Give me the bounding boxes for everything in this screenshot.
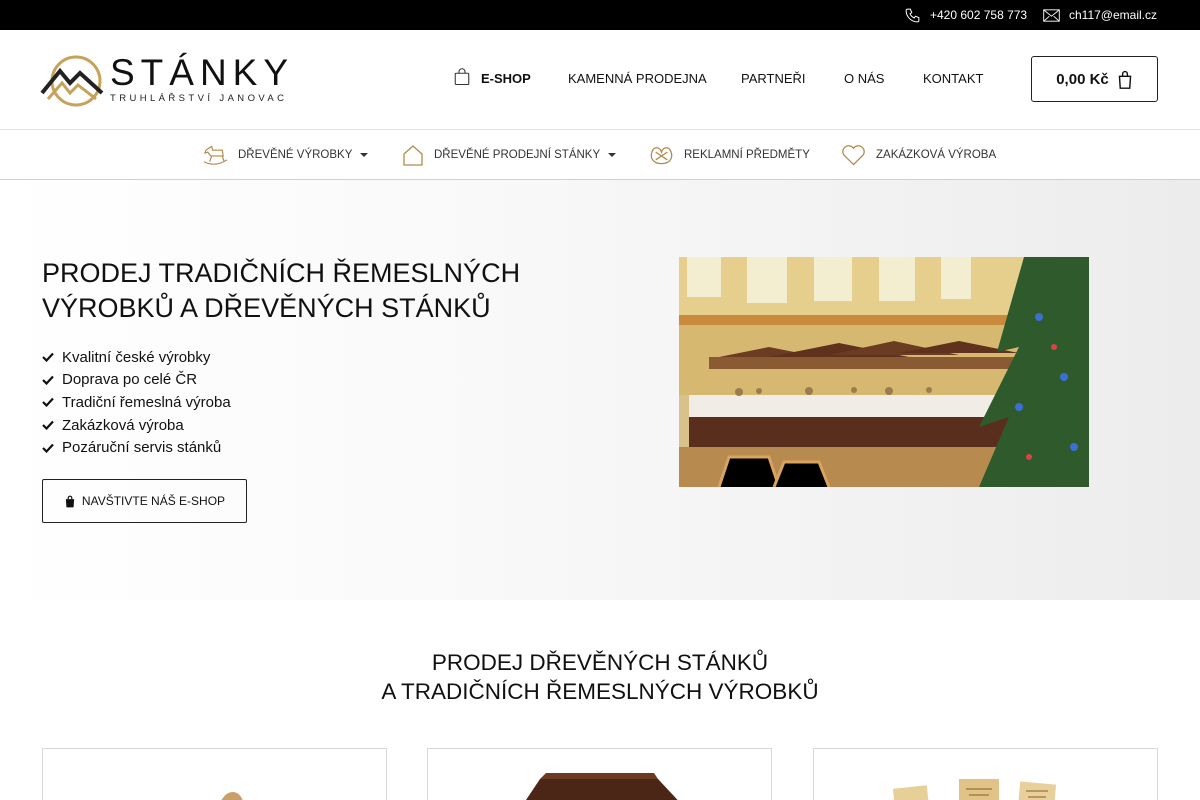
list-item: Kvalitní české výrobky: [42, 346, 231, 369]
nav-kontakt[interactable]: KONTAKT: [923, 71, 983, 86]
shopping-bag-icon: [1118, 70, 1132, 89]
section-title: PRODEJ DŘEVĚNÝCH STÁNKŮ A TRADIČNÍCH ŘEM…: [0, 648, 1200, 706]
chevron-down-icon: [608, 153, 617, 157]
envelope-icon: [1043, 8, 1060, 22]
phone-icon: [905, 8, 920, 22]
cart-button[interactable]: 0,00 Kč: [1031, 56, 1158, 102]
section-title-line2: A TRADIČNÍCH ŘEMESLNÝCH VÝROBKŮ: [381, 679, 819, 704]
list-item: Pozáruční servis stánků: [42, 436, 231, 459]
subnav-reklamni-predmety[interactable]: REKLAMNÍ PŘEDMĚTY: [649, 130, 810, 180]
logo-wordmark: STÁNKY: [110, 52, 295, 93]
logo-tagline: TRUHLÁŘSTVÍ JANOVAC: [110, 93, 288, 104]
nav-o-nas[interactable]: O NÁS: [844, 71, 884, 86]
feature-text: Doprava po celé ČR: [62, 371, 198, 389]
category-navigation: DŘEVĚNÉ VÝROBKY DŘEVĚNÉ PRODEJNÍ STÁNKY …: [0, 130, 1200, 180]
site-header: STÁNKY TRUHLÁŘSTVÍ JANOVAC E-SHOP KAMENN…: [0, 30, 1200, 130]
nav-kamenna-prodejna[interactable]: KAMENNÁ PRODEJNA: [568, 71, 707, 86]
product-card-boards[interactable]: [813, 748, 1158, 800]
check-icon: [42, 375, 54, 385]
phone-number[interactable]: +420 602 758 773: [930, 8, 1027, 22]
feature-text: Kvalitní české výrobky: [62, 348, 211, 366]
hero-title-line1: PRODEJ TRADIČNÍCH ŘEMESLNÝCH: [42, 258, 521, 288]
nav-partneri[interactable]: PARTNEŘI: [741, 71, 806, 86]
email-address[interactable]: ch117@email.cz: [1069, 8, 1157, 22]
house-icon: [403, 145, 423, 166]
subnav-label: ZAKÁZKOVÁ VÝROBA: [876, 149, 997, 161]
chevron-down-icon: [360, 153, 369, 157]
phone-contact[interactable]: +420 602 758 773: [904, 0, 1027, 30]
wooden-toy-product-photo: [43, 749, 386, 800]
feature-text: Zakázková výroba: [62, 416, 184, 434]
check-icon: [42, 353, 54, 363]
list-item: Zakázková výroba: [42, 414, 231, 437]
subnav-label: DŘEVĚNÉ VÝROBKY: [238, 149, 353, 161]
list-item: Tradiční řemeslná výroba: [42, 391, 231, 414]
wooden-market-stall-product-photo: [428, 749, 771, 800]
feature-text: Tradiční řemeslná výroba: [62, 393, 231, 411]
check-icon: [42, 398, 54, 408]
cart-total: 0,00 Kč: [1056, 70, 1109, 88]
shopping-bag-icon: [65, 495, 75, 507]
nav-eshop[interactable]: E-SHOP: [481, 71, 531, 86]
hero-title: PRODEJ TRADIČNÍCH ŘEMESLNÝCH VÝROBKŮ A D…: [42, 256, 602, 326]
cta-label: NAVŠTIVTE NÁŠ E-SHOP: [81, 494, 226, 508]
mountain-logo-icon: [40, 55, 104, 107]
site-logo[interactable]: STÁNKY TRUHLÁŘSTVÍ JANOVAC: [40, 50, 310, 110]
check-icon: [42, 420, 54, 431]
subnav-label: DŘEVĚNÉ PRODEJNÍ STÁNKY: [434, 149, 601, 161]
pretzel-icon: [650, 147, 673, 165]
product-card-toys[interactable]: [42, 748, 387, 800]
eshop-cta-button[interactable]: NAVŠTIVTE NÁŠ E-SHOP: [42, 479, 247, 523]
section-title-line1: PRODEJ DŘEVĚNÝCH STÁNKŮ: [431, 650, 769, 675]
hero-title-line2: VÝROBKŮ A DŘEVĚNÝCH STÁNKŮ: [42, 293, 491, 323]
feature-text: Pozáruční servis stánků: [62, 439, 222, 457]
subnav-label: REKLAMNÍ PŘEDMĚTY: [684, 149, 810, 161]
list-item: Doprava po celé ČR: [42, 369, 231, 392]
subnav-drevene-vyrobky[interactable]: DŘEVĚNÉ VÝROBKY: [203, 130, 369, 180]
heart-icon: [842, 145, 865, 166]
email-contact[interactable]: ch117@email.cz: [1043, 0, 1157, 30]
subnav-zakazkova-vyroba[interactable]: ZAKÁZKOVÁ VÝROBA: [841, 130, 996, 180]
feature-list: Kvalitní české výrobky Doprava po celé Č…: [42, 346, 231, 459]
rocking-horse-icon: [203, 145, 228, 165]
top-contact-bar: +420 602 758 773 ch117@email.cz: [0, 0, 1200, 30]
market-hall-photo: [679, 257, 1089, 487]
hero-section: PRODEJ TRADIČNÍCH ŘEMESLNÝCH VÝROBKŮ A D…: [0, 180, 1200, 600]
engraved-wooden-boards-product-photo: [814, 749, 1157, 800]
product-card-stalls[interactable]: [427, 748, 772, 800]
shopping-bag-icon: [454, 68, 470, 86]
check-icon: [42, 443, 54, 453]
subnav-prodejni-stanky[interactable]: DŘEVĚNÉ PRODEJNÍ STÁNKY: [402, 130, 617, 180]
